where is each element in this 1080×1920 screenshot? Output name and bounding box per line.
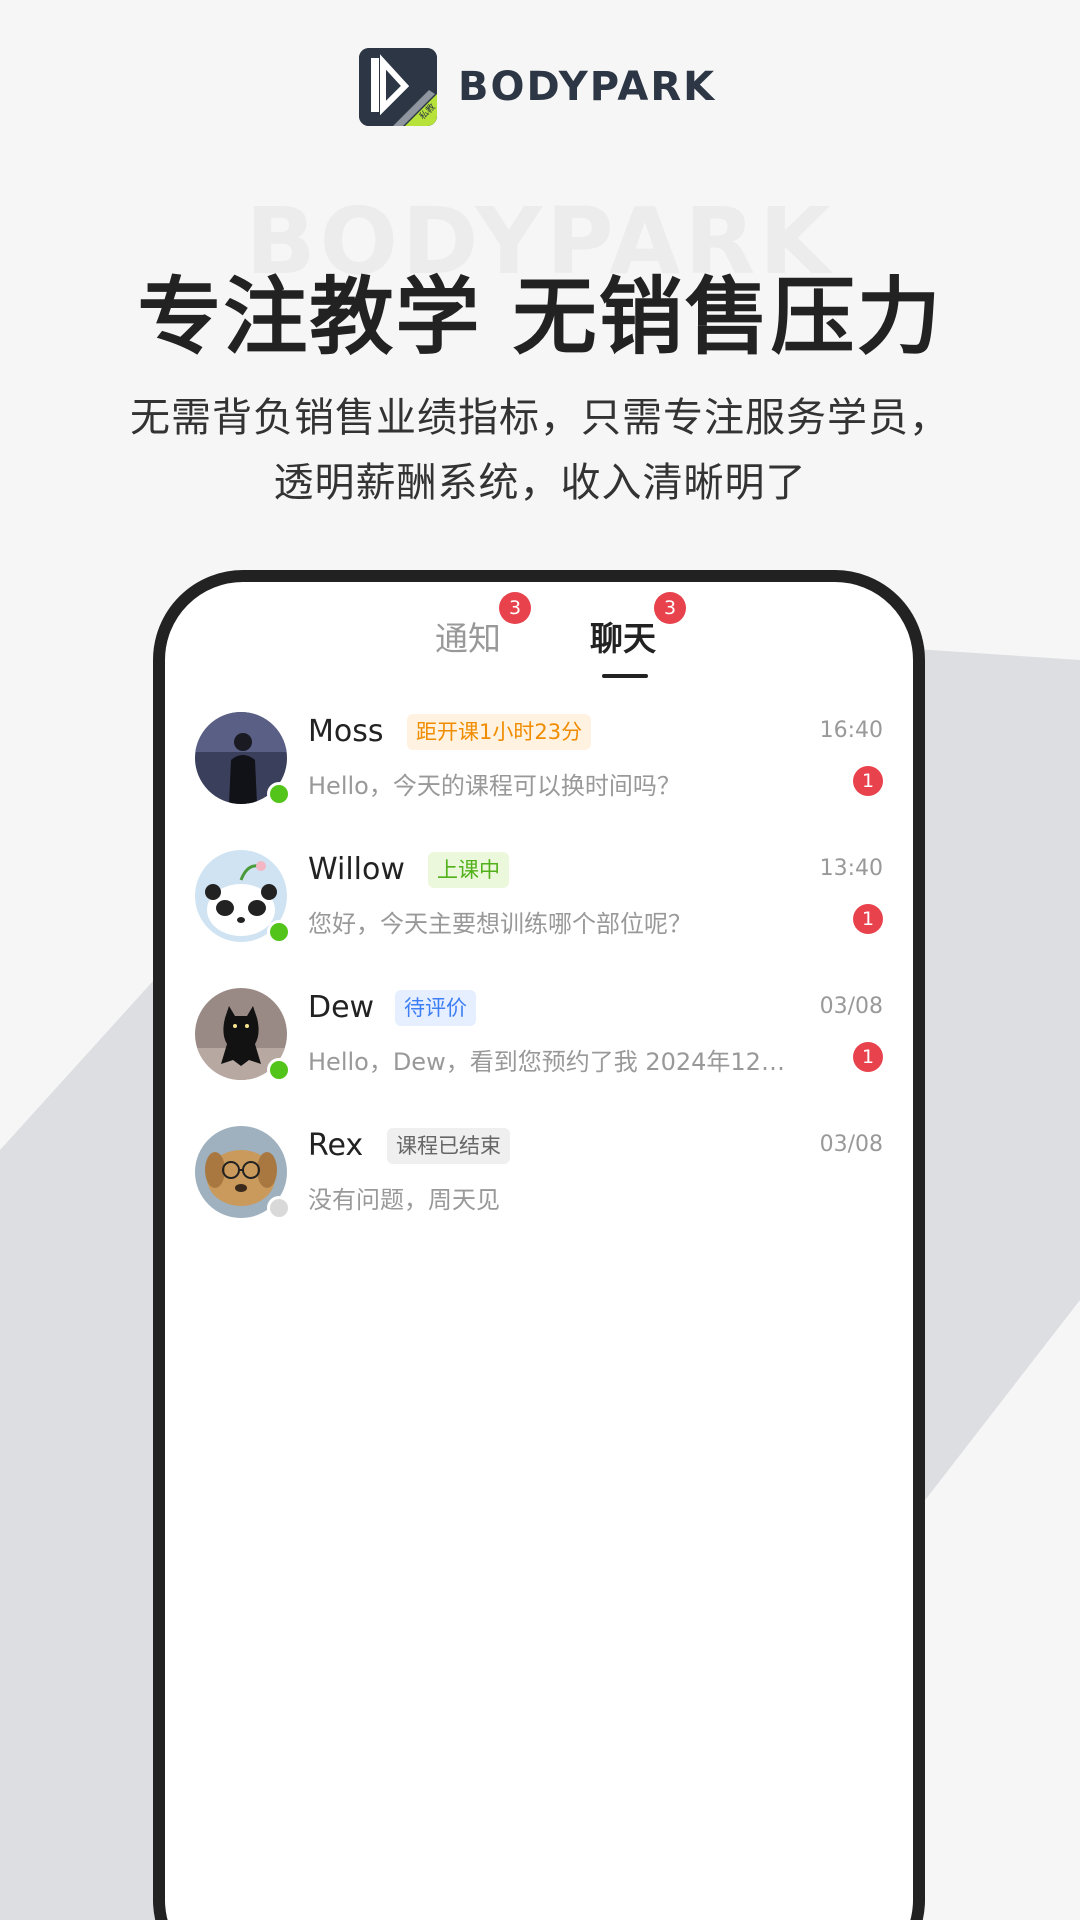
message-preview: Hello，Dew，看到您预约了我 2024年12…	[308, 1048, 785, 1076]
contact-name: Dew	[308, 990, 375, 1025]
unread-badge: 1	[853, 766, 883, 796]
contact-name: Rex	[308, 1128, 364, 1163]
brand-name: BODYPARK	[458, 64, 717, 110]
bodypark-logo-icon: 私教	[359, 48, 437, 126]
active-tab-indicator	[602, 674, 648, 678]
chat-list-item[interactable]: Rex 课程已结束 03/08 没有问题，周天见	[165, 1126, 913, 1256]
hero-subline-1: 无需背负销售业绩指标，只需专注服务学员，	[130, 395, 950, 441]
brand-header: 私教 BODYPARK	[359, 48, 716, 126]
message-time: 03/08	[819, 1132, 883, 1157]
message-preview: Hello，今天的课程可以换时间吗？	[308, 772, 681, 800]
contact-name: Moss	[308, 714, 384, 749]
contact-name: Willow	[308, 852, 405, 887]
online-status-dot	[267, 782, 291, 806]
hero-headline: 专注教学 无销售压力	[137, 268, 943, 366]
tab-notifications-badge: 3	[499, 592, 531, 624]
tab-chat-badge: 3	[654, 592, 686, 624]
online-status-dot	[267, 1058, 291, 1082]
chat-list-item[interactable]: Willow 上课中 13:40 您好，今天主要想训练哪个部位呢？ 1	[165, 850, 913, 980]
unread-badge: 1	[853, 904, 883, 934]
tab-chat-label: 聊天	[590, 619, 656, 658]
message-preview: 您好，今天主要想训练哪个部位呢？	[308, 910, 692, 938]
message-time: 16:40	[819, 718, 883, 743]
unread-badge: 1	[853, 1042, 883, 1072]
status-tag: 课程已结束	[387, 1128, 510, 1164]
status-tag: 上课中	[428, 852, 509, 888]
online-status-dot	[267, 920, 291, 944]
status-tag: 待评价	[395, 990, 476, 1026]
tab-chat[interactable]: 聊天 3	[590, 592, 686, 660]
offline-status-dot	[267, 1196, 291, 1220]
tab-bar: 通知 3 聊天 3	[165, 592, 913, 672]
tab-notifications[interactable]: 通知 3	[435, 592, 531, 660]
message-time: 13:40	[819, 856, 883, 881]
tab-notifications-label: 通知	[435, 619, 501, 658]
message-preview: 没有问题，周天见	[308, 1186, 500, 1214]
message-time: 03/08	[819, 994, 883, 1019]
chat-list-item[interactable]: Dew 待评价 03/08 Hello，Dew，看到您预约了我 2024年12……	[165, 988, 913, 1118]
hero-subline-2: 透明薪酬系统，收入清晰明了	[273, 460, 807, 506]
phone-mockup: 通知 3 聊天 3 Moss 距开课1小时23分 16:40 Hello，今天的…	[153, 570, 925, 1920]
status-tag: 距开课1小时23分	[407, 714, 592, 750]
chat-list-item[interactable]: Moss 距开课1小时23分 16:40 Hello，今天的课程可以换时间吗？ …	[165, 712, 913, 842]
